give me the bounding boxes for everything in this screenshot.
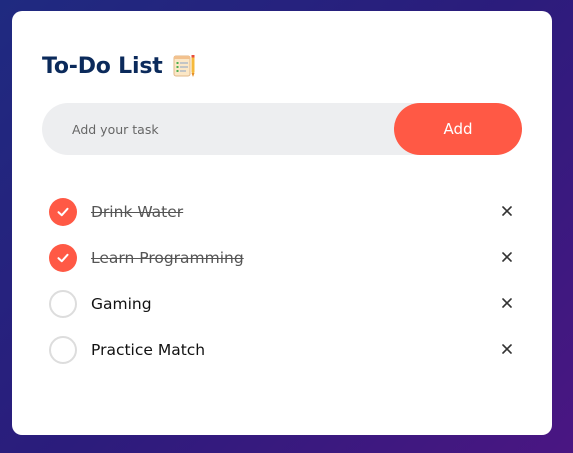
task-label: Drink Water (91, 203, 184, 221)
checked-checkbox[interactable] (49, 244, 77, 272)
list-item[interactable]: Practice Match (49, 327, 519, 373)
add-button[interactable]: Add (394, 103, 522, 155)
unchecked-checkbox[interactable] (49, 336, 77, 364)
title-row: To-Do List (42, 53, 197, 79)
close-icon[interactable] (495, 337, 519, 361)
notepad-checklist-icon (171, 53, 197, 79)
checkmark-icon (57, 253, 69, 263)
page-title: To-Do List (42, 53, 163, 79)
task-label: Practice Match (91, 341, 206, 359)
checked-checkbox[interactable] (49, 198, 77, 226)
task-list: Drink Water Learn Programming Gaming Pra… (49, 189, 519, 373)
close-icon[interactable] (495, 245, 519, 269)
todo-card: To-Do List Add your task Add Drink Water… (12, 11, 552, 435)
task-label: Gaming (91, 295, 152, 313)
task-input-row: Add (42, 103, 522, 155)
unchecked-checkbox[interactable] (49, 290, 77, 318)
checkmark-icon (57, 207, 69, 217)
list-item[interactable]: Learn Programming (49, 235, 519, 281)
list-item[interactable]: Drink Water (49, 189, 519, 235)
task-input[interactable] (42, 103, 392, 155)
close-icon[interactable] (495, 199, 519, 223)
task-label: Learn Programming (91, 249, 244, 267)
list-item[interactable]: Gaming (49, 281, 519, 327)
close-icon[interactable] (495, 291, 519, 315)
